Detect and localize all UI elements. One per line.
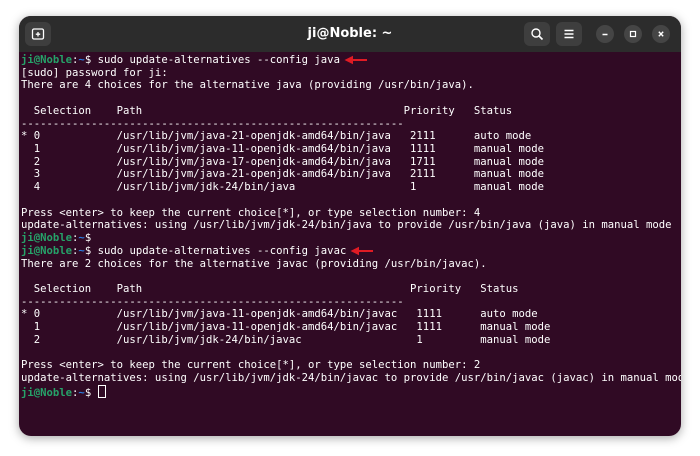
output-line: Press <enter> to keep the current choice…	[21, 359, 481, 372]
minimize-icon	[602, 33, 608, 36]
prompt-user: ji@Noble	[21, 244, 73, 257]
close-icon	[658, 31, 664, 37]
table-header: Selection Path Priority Status	[21, 104, 513, 117]
title-bar[interactable]: ji@Noble: ~	[19, 16, 681, 52]
output-line: There are 4 choices for the alternative …	[21, 79, 474, 92]
table-row: 3 /usr/lib/jvm/java-21-openjdk-amd64/bin…	[21, 168, 544, 181]
prompt-user: ji@Noble	[21, 54, 73, 66]
prompt-line: ji@Noble:~$	[21, 232, 681, 245]
prompt-symbol: $	[84, 244, 98, 257]
prompt-line: ji@Noble:~$ sudo update-alternatives --c…	[21, 54, 681, 67]
table-row: 1 /usr/lib/jvm/java-11-openjdk-amd64/bin…	[21, 321, 551, 334]
output-line: There are 2 choices for the alternative …	[21, 257, 487, 270]
prompt-symbol: $	[84, 232, 98, 245]
prompt-user: ji@Noble	[21, 232, 73, 245]
prompt-line: ji@Noble:~$ sudo update-alternatives --c…	[21, 245, 681, 258]
hamburger-menu-icon	[564, 29, 574, 39]
command-text: sudo update-alternatives --config javac	[97, 244, 347, 257]
prompt-user: ji@Noble	[21, 386, 73, 399]
table-row: 2 /usr/lib/jvm/jdk-24/bin/javac 1 manual…	[21, 333, 551, 346]
minimize-button[interactable]	[596, 25, 614, 43]
terminal-output[interactable]: ji@Noble:~$ sudo update-alternatives --c…	[19, 52, 681, 436]
prompt-symbol: $	[84, 386, 98, 399]
close-button[interactable]	[652, 25, 670, 43]
output-line: update-alternatives: using /usr/lib/jvm/…	[21, 371, 681, 384]
menu-button[interactable]	[556, 22, 582, 46]
prompt-symbol: $	[84, 54, 98, 66]
text-cursor	[97, 384, 106, 398]
maximize-button[interactable]	[624, 25, 642, 43]
table-row: 1 /usr/lib/jvm/java-11-openjdk-amd64/bin…	[21, 143, 544, 156]
table-row: * 0 /usr/lib/jvm/java-11-openjdk-amd64/b…	[21, 308, 538, 321]
search-button[interactable]	[524, 22, 550, 46]
table-row: 4 /usr/lib/jvm/jdk-24/bin/java 1 manual …	[21, 181, 544, 194]
red-arrow-icon	[344, 55, 367, 65]
maximize-icon	[629, 30, 637, 38]
table-row: * 0 /usr/lib/jvm/java-21-openjdk-amd64/b…	[21, 130, 532, 143]
terminal-window: ji@Noble: ~ ji@Noble:~$ sudo update-alte…	[19, 16, 681, 436]
red-arrow-icon	[350, 246, 374, 255]
table-divider: ----------------------------------------…	[21, 117, 404, 130]
output-line: Press <enter> to keep the current choice…	[21, 206, 481, 219]
table-row: 2 /usr/lib/jvm/java-17-openjdk-amd64/bin…	[21, 155, 544, 168]
command-text: sudo update-alternatives --config java	[97, 54, 340, 66]
output-line: update-alternatives: using /usr/lib/jvm/…	[21, 219, 672, 232]
table-divider: ----------------------------------------…	[21, 295, 404, 308]
output-line: [sudo] password for ji:	[21, 66, 168, 79]
table-header: Selection Path Priority Status	[21, 282, 519, 295]
search-icon	[531, 28, 544, 41]
prompt-line: ji@Noble:~$	[21, 384, 681, 399]
